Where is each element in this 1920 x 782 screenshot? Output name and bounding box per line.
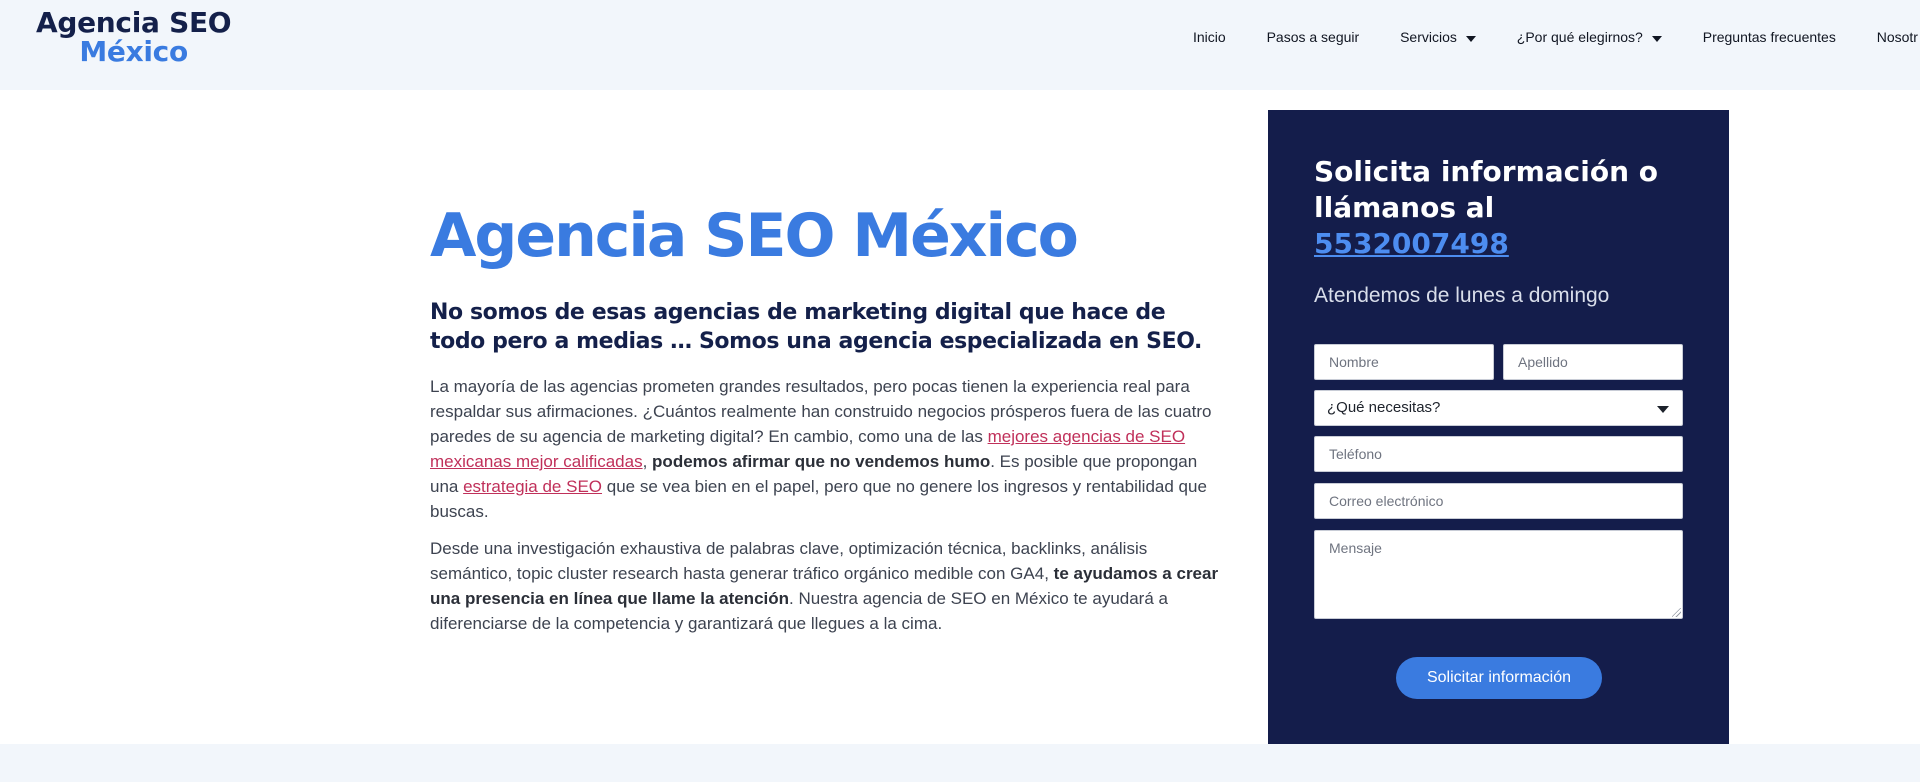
text-run: Desde una investigación exhaustiva de pa…	[430, 539, 1148, 584]
need-select-value: ¿Qué necesitas?	[1327, 399, 1441, 416]
main-content: Agencia SEO México No somos de esas agen…	[430, 200, 1220, 648]
submit-button[interactable]: Solicitar información	[1396, 657, 1602, 699]
last-name-input[interactable]	[1503, 344, 1683, 380]
page-title: Agencia SEO México	[430, 201, 1079, 271]
chevron-down-icon	[1657, 406, 1669, 413]
nav-item-servicios[interactable]: Servicios	[1400, 29, 1476, 45]
need-select[interactable]: ¿Qué necesitas?	[1314, 390, 1683, 426]
first-name-input[interactable]	[1314, 344, 1494, 380]
nav-label: Preguntas frecuentes	[1702, 29, 1836, 46]
nav-item-inicio[interactable]: Inicio	[1193, 29, 1226, 45]
intro-paragraph: La mayoría de las agencias prometen gran…	[430, 374, 1220, 524]
chevron-down-icon	[1465, 35, 1476, 42]
nav-label: Pasos a seguir	[1266, 29, 1360, 46]
nav-item-faq[interactable]: Preguntas frecuentes	[1703, 29, 1836, 45]
nav-label: Servicios	[1400, 29, 1457, 46]
site-header: Agencia SEO México Inicio Pasos a seguir…	[0, 0, 1920, 90]
email-input[interactable]	[1314, 483, 1683, 519]
phone-input[interactable]	[1314, 436, 1683, 472]
form-title-text: Solicita información o llámanos al	[1314, 155, 1658, 224]
main-nav: Inicio Pasos a seguir Servicios ¿Por qué…	[1193, 28, 1920, 45]
message-wrapper	[1314, 530, 1683, 619]
chevron-down-icon	[1651, 35, 1662, 42]
nav-item-por-que[interactable]: ¿Por qué elegirnos?	[1517, 29, 1662, 45]
link-estrategia-seo[interactable]: estrategia de SEO	[463, 477, 602, 496]
bold-text: podemos afirmar que no vendemos humo	[652, 452, 991, 472]
text-run: ,	[642, 452, 653, 472]
nav-item-pasos[interactable]: Pasos a seguir	[1267, 29, 1360, 45]
logo-line-2: México	[79, 35, 188, 69]
services-paragraph: Desde una investigación exhaustiva de pa…	[430, 536, 1220, 636]
next-section-band	[0, 744, 1920, 782]
phone-link[interactable]: 5532007498	[1314, 227, 1509, 260]
nav-item-nosotros[interactable]: Nosotr	[1877, 29, 1918, 45]
contact-form-panel: Solicita información o llámanos al 55320…	[1268, 110, 1729, 744]
resize-handle-icon[interactable]	[1672, 608, 1681, 617]
nav-label: Inicio	[1193, 29, 1226, 46]
logo-line-1: Agencia SEO	[36, 6, 232, 39]
site-logo[interactable]: Agencia SEO México	[36, 6, 232, 69]
nav-label: Nosotr	[1876, 29, 1918, 46]
nav-label: ¿Por qué elegirnos?	[1516, 29, 1643, 46]
page-subtitle: No somos de esas agencias de marketing d…	[430, 300, 1202, 355]
form-subtitle: Atendemos de lunes a domingo	[1314, 284, 1610, 307]
form-title: Solicita información o llámanos al 55320…	[1314, 154, 1694, 262]
message-textarea[interactable]	[1314, 530, 1683, 619]
